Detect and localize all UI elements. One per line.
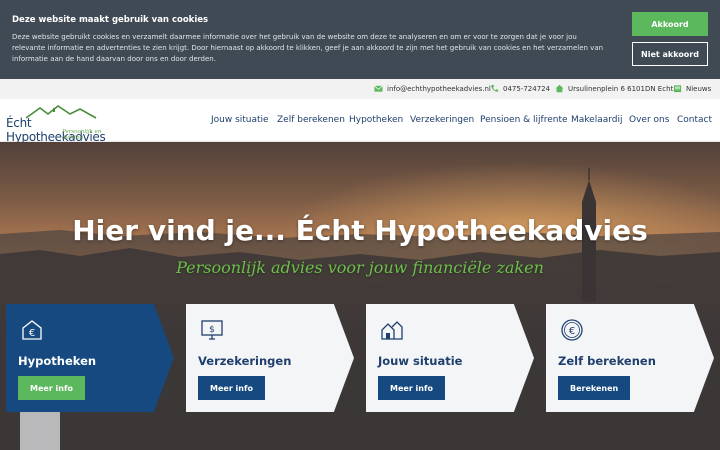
accept-cookies-button[interactable]: Akkoord: [632, 12, 708, 36]
nav-jouw-situatie[interactable]: Jouw situatie: [211, 115, 269, 125]
nav-contact[interactable]: Contact: [677, 115, 712, 125]
cookie-title: Deze website maakt gebruik van cookies: [12, 15, 209, 25]
svg-text:€: €: [569, 326, 575, 337]
card-title: Hypotheken: [18, 354, 97, 368]
svg-text:$: $: [209, 325, 215, 335]
hero-subtitle: Persoonlijk advies voor jouw financiële …: [176, 258, 544, 277]
euro-coin-icon: €: [561, 319, 583, 341]
site-header: Écht Hypotheekadvies Persoonlijk en dich…: [0, 99, 720, 144]
nav-zelf-berekenen[interactable]: Zelf berekenen: [277, 115, 345, 125]
hero: Hier vind je... Écht Hypotheekadvies Per…: [0, 142, 720, 450]
nav-verzekeringen[interactable]: Verzekeringen: [410, 115, 474, 125]
logo[interactable]: Écht Hypotheekadvies Persoonlijk en dich…: [6, 105, 116, 144]
card-jouw-situatie[interactable]: Jouw situatie Meer info: [366, 304, 534, 412]
card-title: Zelf berekenen: [558, 354, 656, 368]
email-text: info@echthypotheekadvies.nl: [387, 84, 491, 93]
address-link[interactable]: Ursulinenplein 6 6101DN Echt: [555, 84, 673, 93]
houses-icon: [381, 321, 403, 340]
logo-tagline: Persoonlijk en dichtbij: [62, 129, 102, 141]
nav-makelaardij[interactable]: Makelaardij: [571, 115, 623, 125]
euro-house-icon: €: [22, 320, 42, 340]
berekenen-button[interactable]: Berekenen: [558, 376, 631, 400]
card-verzekeringen[interactable]: $ Verzekeringen Meer info: [186, 304, 354, 412]
phone-link[interactable]: 0475-724724: [490, 84, 550, 93]
phone-icon: [491, 84, 499, 92]
mail-icon: [374, 85, 383, 92]
monitor-dollar-icon: $: [201, 320, 223, 340]
reject-cookies-button[interactable]: Niet akkoord: [632, 42, 708, 66]
nav-over-ons[interactable]: Over ons: [629, 115, 669, 125]
home-icon: [555, 84, 564, 93]
card-title: Verzekeringen: [198, 354, 292, 368]
cookie-text: Deze website gebruikt cookies en verzame…: [12, 33, 604, 63]
email-link[interactable]: info@echthypotheekadvies.nl: [374, 84, 491, 93]
address-text: Ursulinenplein 6 6101DN Echt: [568, 84, 674, 93]
meer-info-button[interactable]: Meer info: [378, 376, 445, 400]
hero-title: Hier vind je... Écht Hypotheekadvies: [72, 214, 648, 247]
card-zelf-berekenen[interactable]: € Zelf berekenen Berekenen: [546, 304, 714, 412]
meer-info-button[interactable]: Meer info: [18, 376, 85, 400]
svg-text:€: €: [29, 328, 35, 339]
news-link[interactable]: Nieuws: [673, 84, 711, 93]
news-text: Nieuws: [686, 84, 712, 93]
newspaper-icon: [673, 85, 682, 93]
meer-info-button[interactable]: Meer info: [198, 376, 265, 400]
contact-bar: info@echthypotheekadvies.nl 0475-724724 …: [0, 79, 720, 99]
nav-hypotheken[interactable]: Hypotheken: [349, 115, 403, 125]
phone-text: 0475-724724: [503, 84, 551, 93]
card-title: Jouw situatie: [378, 354, 463, 368]
nav-pensioen-lijfrente[interactable]: Pensioen & lijfrente: [480, 115, 568, 125]
cookie-banner: Deze website maakt gebruik van cookies D…: [0, 0, 720, 79]
card-hypotheken[interactable]: € Hypotheken Meer info: [6, 304, 174, 412]
